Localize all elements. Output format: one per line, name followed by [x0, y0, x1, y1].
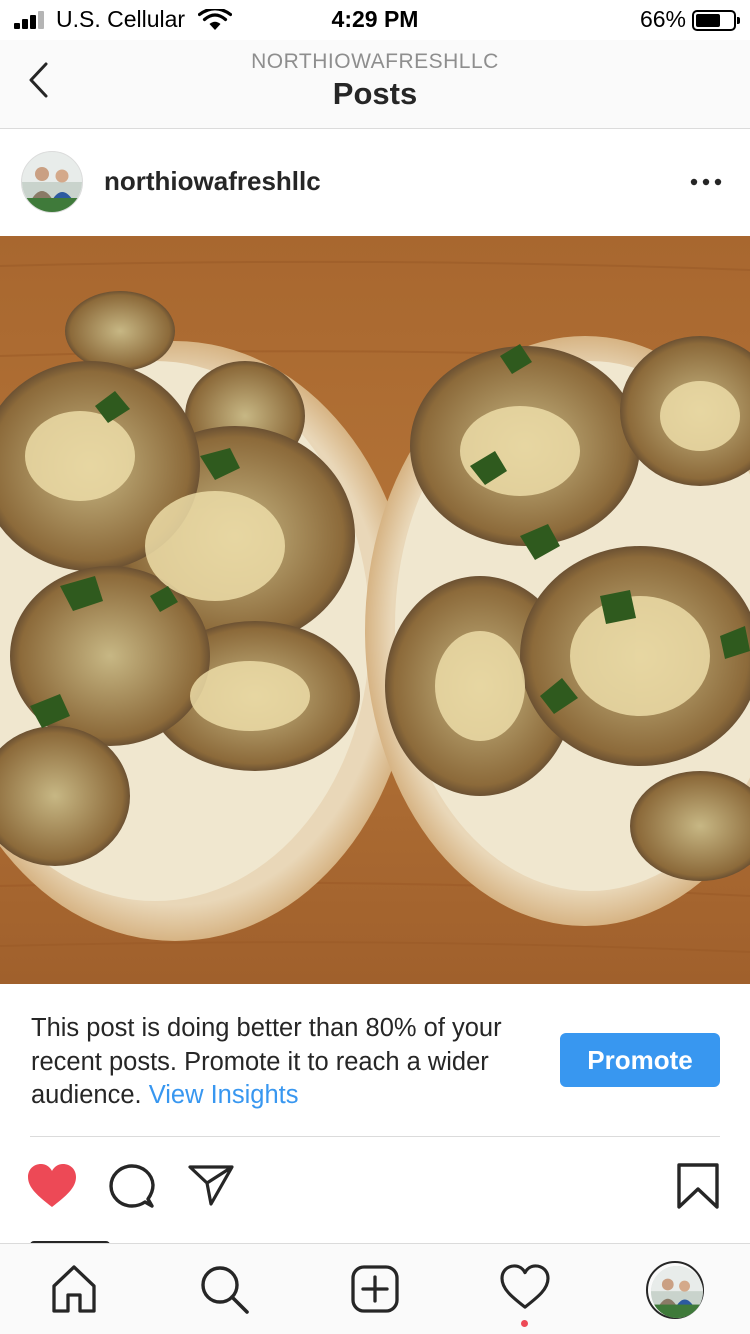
search-icon[interactable]: [199, 1264, 251, 1316]
bottom-tab-bar: [0, 1243, 750, 1334]
status-bar: U.S. Cellular 4:29 PM 66%: [0, 0, 750, 40]
share-direct-icon[interactable]: [187, 1162, 235, 1208]
like-heart-icon[interactable]: [26, 1162, 78, 1210]
home-icon[interactable]: [50, 1264, 98, 1314]
battery-icon: [692, 10, 740, 31]
promote-button[interactable]: Promote: [560, 1033, 720, 1087]
battery-percent: 66%: [639, 6, 686, 32]
user-avatar[interactable]: [21, 151, 83, 213]
comment-bubble-icon[interactable]: [108, 1162, 156, 1210]
activity-notification-dot: [521, 1320, 528, 1327]
post-action-row: [0, 1137, 750, 1237]
nav-header: NORTHIOWAFRESHLLC Posts: [0, 40, 750, 129]
activity-heart-icon[interactable]: [500, 1264, 550, 1310]
post-header: northiowafreshllc: [0, 130, 750, 236]
post-photo[interactable]: [0, 236, 750, 984]
promotion-banner: This post is doing better than 80% of yo…: [0, 984, 750, 1134]
view-insights-link[interactable]: View Insights: [149, 1081, 299, 1109]
promotion-message: This post is doing better than 80% of yo…: [31, 1012, 551, 1113]
bookmark-icon[interactable]: [676, 1162, 720, 1210]
profile-tab-avatar[interactable]: [646, 1261, 704, 1319]
account-name-subtitle: NORTHIOWAFRESHLLC: [251, 50, 499, 73]
new-post-plus-icon[interactable]: [350, 1264, 400, 1314]
post-username[interactable]: northiowafreshllc: [104, 166, 321, 197]
more-options-icon[interactable]: [690, 178, 722, 186]
page-title: Posts: [332, 76, 418, 111]
clock: 4:29 PM: [331, 6, 419, 32]
